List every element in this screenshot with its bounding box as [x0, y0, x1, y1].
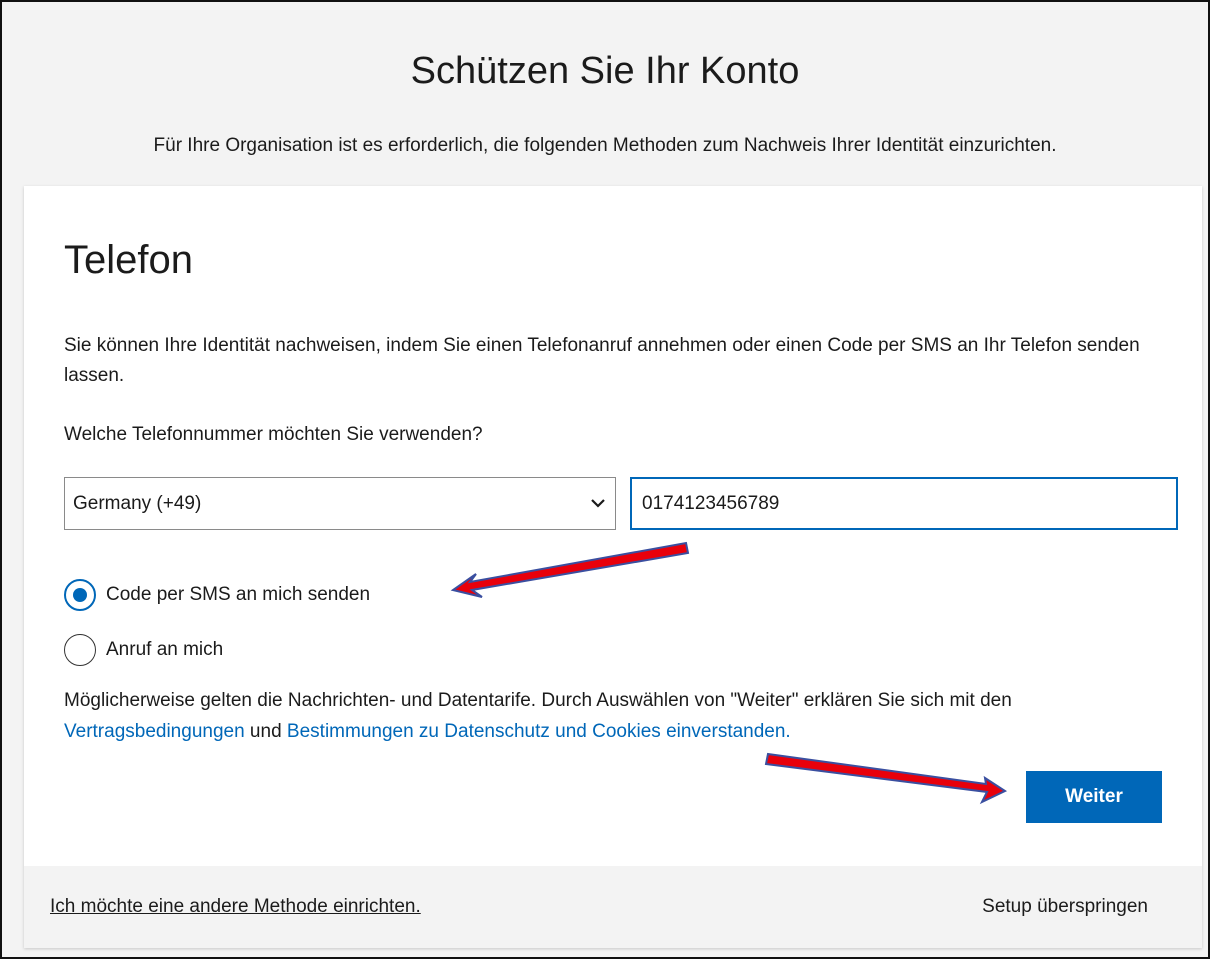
method-description: Sie können Ihre Identität nachweisen, in… [64, 335, 1140, 386]
chevron-down-icon [591, 499, 605, 508]
radio-sms[interactable] [64, 579, 96, 611]
page-frame: Schützen Sie Ihr Konto Für Ihre Organisa… [0, 0, 1210, 959]
phone-number-input[interactable]: 0174123456789 [630, 477, 1178, 530]
phone-number-question: Welche Telefonnummer möchten Sie verwend… [64, 424, 483, 445]
option-sms-label: Code per SMS an mich senden [106, 584, 371, 605]
section-title: Telefon [64, 238, 193, 282]
option-call-label: Anruf an mich [106, 639, 224, 660]
terms-notice: Möglicherweise gelten die Nachrichten- u… [64, 685, 1184, 747]
next-button[interactable]: Weiter [1026, 771, 1162, 823]
other-method-link[interactable]: Ich möchte eine andere Methode einrichte… [50, 896, 421, 918]
phone-setup-card: Telefon Sie können Ihre Identität nachwe… [24, 186, 1202, 948]
option-call[interactable]: Anruf an mich [64, 633, 223, 667]
card-footer: Ich möchte eine andere Methode einrichte… [24, 866, 1202, 948]
phone-number-value: 0174123456789 [642, 493, 780, 514]
country-code-value: Germany (+49) [73, 493, 202, 514]
terms-text-before: Möglicherweise gelten die Nachrichten- u… [64, 690, 1012, 711]
radio-call[interactable] [64, 634, 96, 666]
terms-link[interactable]: Vertragsbedingungen [64, 721, 245, 742]
option-sms[interactable]: Code per SMS an mich senden [64, 578, 370, 612]
privacy-link[interactable]: Bestimmungen zu Datenschutz und Cookies … [287, 721, 791, 742]
page-title: Schützen Sie Ihr Konto [410, 50, 800, 92]
page-subtitle: Für Ihre Organisation ist es erforderlic… [153, 135, 1057, 156]
country-code-select[interactable]: Germany (+49) [64, 477, 616, 530]
terms-text-middle: und [244, 721, 287, 742]
skip-setup-link[interactable]: Setup überspringen [982, 896, 1148, 918]
